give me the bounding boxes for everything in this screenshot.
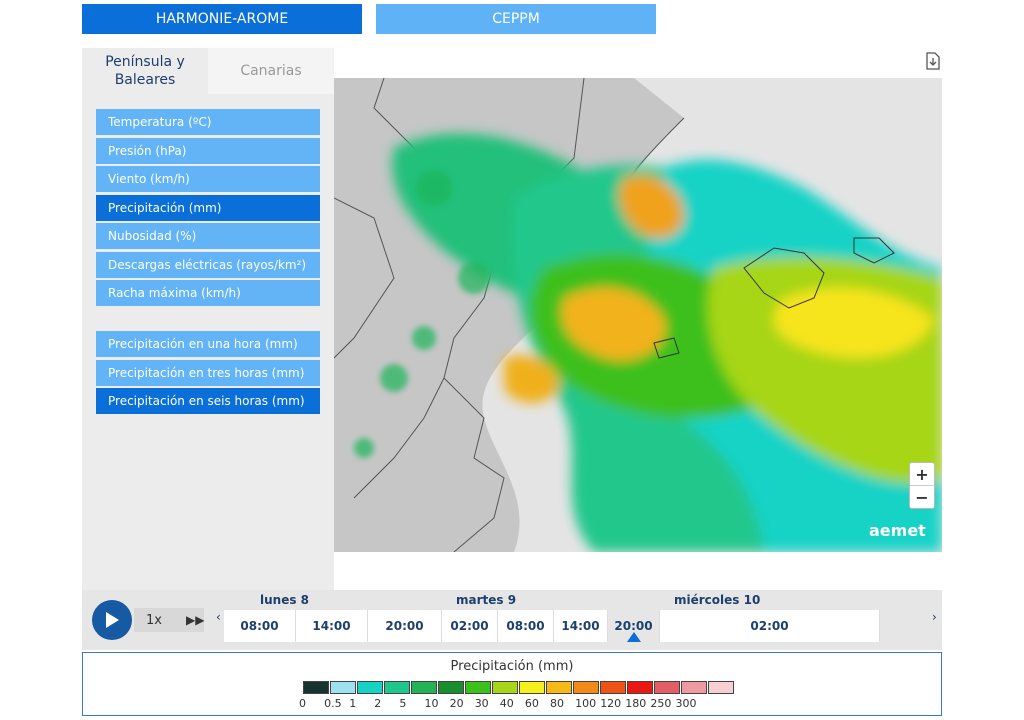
legend-label: 120 bbox=[600, 697, 622, 710]
aemet-brand: aemet bbox=[869, 521, 926, 540]
legend-swatch bbox=[411, 681, 437, 694]
legend-label: 0.5 bbox=[324, 697, 342, 710]
download-icon[interactable] bbox=[925, 52, 941, 70]
legend-swatch bbox=[600, 681, 626, 694]
menu-item-precip-3h[interactable]: Precipitación en tres horas (mm) bbox=[96, 359, 320, 386]
menu-item-viento[interactable]: Viento (km/h) bbox=[96, 166, 320, 192]
selected-time-marker bbox=[627, 632, 641, 642]
menu-item-temperatura[interactable]: Temperatura (ºC) bbox=[96, 109, 320, 135]
hour-cell[interactable]: 02:00 bbox=[442, 610, 498, 642]
legend-swatch bbox=[519, 681, 545, 694]
day-label: lunes 8 bbox=[224, 590, 478, 610]
legend-label: 5 bbox=[399, 697, 407, 710]
region-tab-peninsula-label: Península y Baleares bbox=[105, 54, 185, 88]
hour-cell[interactable]: 08:00 bbox=[224, 610, 296, 642]
hour-cell[interactable]: 08:00 bbox=[498, 610, 554, 642]
legend-swatch bbox=[438, 681, 464, 694]
legend-swatch bbox=[357, 681, 383, 694]
variable-menu: Temperatura (ºC) Presión (hPa) Viento (k… bbox=[96, 109, 320, 309]
legend-swatches bbox=[303, 681, 735, 694]
accumulation-menu: Precipitación en una hora (mm) Precipita… bbox=[96, 331, 320, 417]
hour-cell[interactable]: 02:00 bbox=[660, 610, 880, 642]
legend-swatch bbox=[546, 681, 572, 694]
play-icon bbox=[106, 612, 119, 628]
menu-item-precip-6h[interactable]: Precipitación en seis horas (mm) bbox=[96, 388, 320, 414]
timeline-prev-arrow[interactable]: ‹ bbox=[216, 610, 221, 624]
day-label: miércoles 10 bbox=[660, 590, 894, 610]
legend-label: 0 bbox=[299, 697, 306, 710]
zoom-in-button[interactable]: + bbox=[910, 463, 934, 486]
hour-cell[interactable]: 14:00 bbox=[296, 610, 368, 642]
menu-item-precipitacion[interactable]: Precipitación (mm) bbox=[96, 194, 320, 221]
legend-label: 180 bbox=[625, 697, 647, 710]
legend-label: 30 bbox=[474, 697, 489, 710]
model-tab-harmonie[interactable]: HARMONIE-AROME bbox=[82, 4, 362, 34]
left-panel: Península y Baleares Canarias Temperatur… bbox=[82, 48, 334, 590]
legend-label: 250 bbox=[650, 697, 672, 710]
hour-cell[interactable]: 14:00 bbox=[554, 610, 608, 642]
legend-swatch bbox=[654, 681, 680, 694]
legend-title: Precipitación (mm) bbox=[450, 659, 574, 674]
hour-cell[interactable]: 20:00 bbox=[368, 610, 442, 642]
speed-control[interactable]: 1x ▶▶ bbox=[134, 608, 204, 632]
legend-label: 300 bbox=[675, 697, 697, 710]
precipitation-legend: Precipitación (mm) 0 0.5 1 2 5 10 20 30 40 60 80 10… bbox=[82, 652, 942, 716]
legend-label: 2 bbox=[374, 697, 382, 710]
legend-swatch bbox=[708, 681, 734, 694]
legend-label: 80 bbox=[550, 697, 564, 710]
menu-item-racha[interactable]: Racha máxima (km/h) bbox=[96, 280, 320, 306]
aemet-logo: aemet bbox=[869, 521, 926, 540]
legend-label: 60 bbox=[524, 697, 539, 710]
zoom-out-button[interactable]: − bbox=[910, 486, 934, 508]
zoom-control: + − bbox=[909, 462, 935, 509]
legend-swatch bbox=[384, 681, 410, 694]
precipitation-map[interactable]: aemet bbox=[334, 78, 942, 552]
legend-label: 40 bbox=[499, 697, 514, 710]
fast-forward-icon[interactable]: ▶▶ bbox=[186, 613, 204, 627]
legend-label: 1 bbox=[349, 697, 357, 710]
legend-swatch bbox=[465, 681, 491, 694]
menu-item-precip-1h[interactable]: Precipitación en una hora (mm) bbox=[96, 331, 320, 357]
legend-label: 100 bbox=[575, 697, 597, 710]
play-button[interactable] bbox=[92, 600, 132, 640]
legend-label: 10 bbox=[424, 697, 439, 710]
model-tab-ceppm[interactable]: CEPPM bbox=[376, 4, 656, 34]
region-tab-canarias[interactable]: Canarias bbox=[208, 48, 334, 94]
timeline-next-arrow[interactable]: › bbox=[932, 610, 937, 624]
timeline: 1x ▶▶ ‹ › lunes 8 martes 9 miércoles 10 … bbox=[82, 590, 942, 650]
legend-swatch bbox=[330, 681, 356, 694]
legend-label: 20 bbox=[449, 697, 464, 710]
legend-swatch bbox=[573, 681, 599, 694]
menu-item-nubosidad[interactable]: Nubosidad (%) bbox=[96, 223, 320, 249]
menu-item-presion[interactable]: Presión (hPa) bbox=[96, 137, 320, 164]
menu-item-descargas[interactable]: Descargas eléctricas (rayos/km²) bbox=[96, 251, 320, 278]
legend-swatch bbox=[303, 681, 329, 694]
day-label: martes 9 bbox=[442, 590, 674, 610]
region-tab-peninsula[interactable]: Península y Baleares bbox=[82, 48, 208, 94]
legend-swatch bbox=[492, 681, 518, 694]
speed-value: 1x bbox=[146, 612, 162, 628]
legend-swatch bbox=[627, 681, 653, 694]
legend-swatch bbox=[681, 681, 707, 694]
